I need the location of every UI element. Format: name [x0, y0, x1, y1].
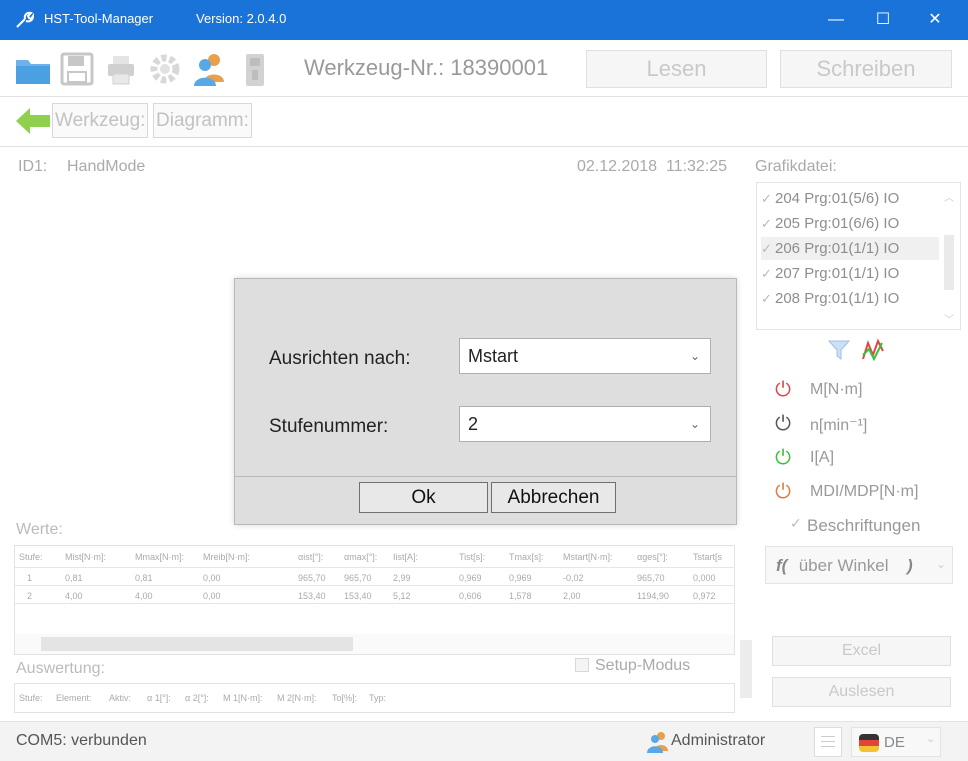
step-select[interactable]: 2 ⌄	[459, 406, 711, 442]
list-item[interactable]: ✓ 204 Prg:01(5/6) IO	[761, 187, 949, 210]
language-select[interactable]: DE ⌄	[851, 727, 941, 757]
setup-mode-label: Setup-Modus	[595, 657, 691, 674]
maximize-button[interactable]: ☐	[860, 0, 906, 40]
usb-drive-icon[interactable]	[234, 48, 276, 90]
power-toggle-icon[interactable]: ⏻	[768, 478, 798, 508]
power-toggle-icon[interactable]: ⏻	[768, 410, 798, 440]
power-toggle-icon[interactable]: ⏻	[768, 376, 798, 406]
list-item-selected[interactable]: ✓ 206 Prg:01(1/1) IO	[761, 237, 939, 260]
param-label: M[N·m]	[810, 381, 863, 398]
list-item[interactable]: ✓ 205 Prg:01(6/6) IO	[761, 212, 949, 235]
vertical-scrollbar[interactable]	[737, 510, 755, 710]
app-version: Version: 2.0.4.0	[196, 11, 287, 26]
users-icon[interactable]	[188, 48, 230, 90]
evaluation-title: Auswertung:	[16, 660, 105, 677]
app-title: HST-Tool-Manager	[44, 11, 154, 26]
checkbox-icon[interactable]: ✓	[761, 262, 775, 285]
values-title: Werte:	[16, 521, 63, 538]
german-flag-icon	[859, 734, 879, 752]
ok-button[interactable]: Ok	[359, 482, 488, 513]
user-label: Administrator	[671, 732, 766, 749]
labels-checkbox-label: Beschriftungen	[807, 516, 921, 535]
align-select[interactable]: Mstart ⌄	[459, 338, 711, 374]
id-label: ID1:	[18, 158, 48, 175]
align-label: Ausrichten nach:	[269, 348, 411, 369]
curves-icon[interactable]	[860, 337, 886, 363]
datetime: 02.12.2018 11:32:25	[577, 158, 728, 175]
evaluation-table[interactable]: Stufe: Element: Aktiv: α 1[°]: α 2[°]: M…	[14, 683, 735, 713]
tab-tool[interactable]: Werkzeug:	[52, 103, 149, 138]
horizontal-scrollbar[interactable]	[15, 634, 734, 654]
read-button[interactable]: Lesen	[586, 50, 767, 88]
function-select[interactable]: f( über Winkel ) ⌄	[765, 546, 953, 584]
status-bar: COM5: verbunden Administrator DE ⌄	[0, 721, 968, 761]
labels-checkbox-icon[interactable]: ✓	[790, 515, 802, 532]
connection-status: COM5: verbunden	[16, 732, 147, 749]
settings-gear-icon[interactable]	[144, 48, 186, 90]
filter-icon[interactable]	[826, 337, 852, 363]
tab-diagram[interactable]: Diagramm:	[153, 103, 252, 138]
param-label: I[A]	[810, 449, 835, 466]
param-label: MDI/MDP[N·m]	[810, 483, 919, 500]
excel-button[interactable]: Excel	[772, 636, 951, 666]
notes-icon[interactable]	[814, 727, 842, 757]
user-icon	[645, 729, 671, 753]
wrench-icon	[14, 10, 35, 30]
values-table[interactable]: Stufe: Mist[N·m]: Mmax[N·m]: Mreib[N·m]:…	[14, 545, 735, 655]
minimize-button[interactable]: —	[813, 0, 859, 40]
setup-mode-checkbox[interactable]	[575, 658, 589, 672]
chevron-down-icon: ⌄	[689, 349, 700, 363]
chevron-down-icon: ⌄	[689, 417, 700, 431]
graphics-file-label: Grafikdatei:	[755, 158, 837, 175]
chevron-down-icon: ⌄	[936, 557, 947, 571]
dialog-divider	[235, 476, 736, 477]
scroll-down-icon[interactable]: ﹀	[944, 311, 954, 326]
back-arrow-icon[interactable]	[14, 106, 52, 136]
align-dialog: Ausrichten nach: Mstart ⌄ Stufenummer: 2…	[234, 278, 737, 525]
list-item[interactable]: ✓ 208 Prg:01(1/1) IO	[761, 287, 949, 310]
write-button[interactable]: Schreiben	[780, 50, 952, 88]
read-out-button[interactable]: Auslesen	[772, 677, 951, 707]
power-toggle-icon[interactable]: ⏻	[768, 444, 798, 474]
nav-divider	[0, 146, 968, 147]
mode-label: HandMode	[67, 158, 146, 175]
step-label: Stufenummer:	[269, 416, 389, 437]
title-bar: HST-Tool-Manager Version: 2.0.4.0 — ☐ ✕	[0, 0, 968, 40]
graphics-file-list[interactable]: ︿ ﹀ ✓ 204 Prg:01(5/6) IO ✓ 205 Prg:01(6/6)…	[756, 182, 961, 330]
list-item[interactable]: ✓ 207 Prg:01(1/1) IO	[761, 262, 949, 285]
checkbox-icon[interactable]: ✓	[761, 287, 775, 310]
checkbox-icon[interactable]: ✓	[761, 212, 775, 235]
cancel-button[interactable]: Abbrechen	[491, 482, 616, 513]
tool-number: Werkzeug-Nr.: 18390001	[304, 55, 549, 80]
checkbox-icon[interactable]: ✓	[761, 237, 775, 260]
close-button[interactable]: ✕	[912, 0, 958, 40]
save-icon[interactable]	[56, 48, 98, 90]
print-icon[interactable]	[100, 48, 142, 90]
toolbar-divider	[0, 96, 968, 97]
open-folder-icon[interactable]	[12, 48, 54, 90]
param-label: n[min⁻¹]	[810, 417, 868, 434]
checkbox-icon[interactable]: ✓	[761, 187, 775, 210]
chevron-down-icon: ⌄	[926, 733, 936, 745]
